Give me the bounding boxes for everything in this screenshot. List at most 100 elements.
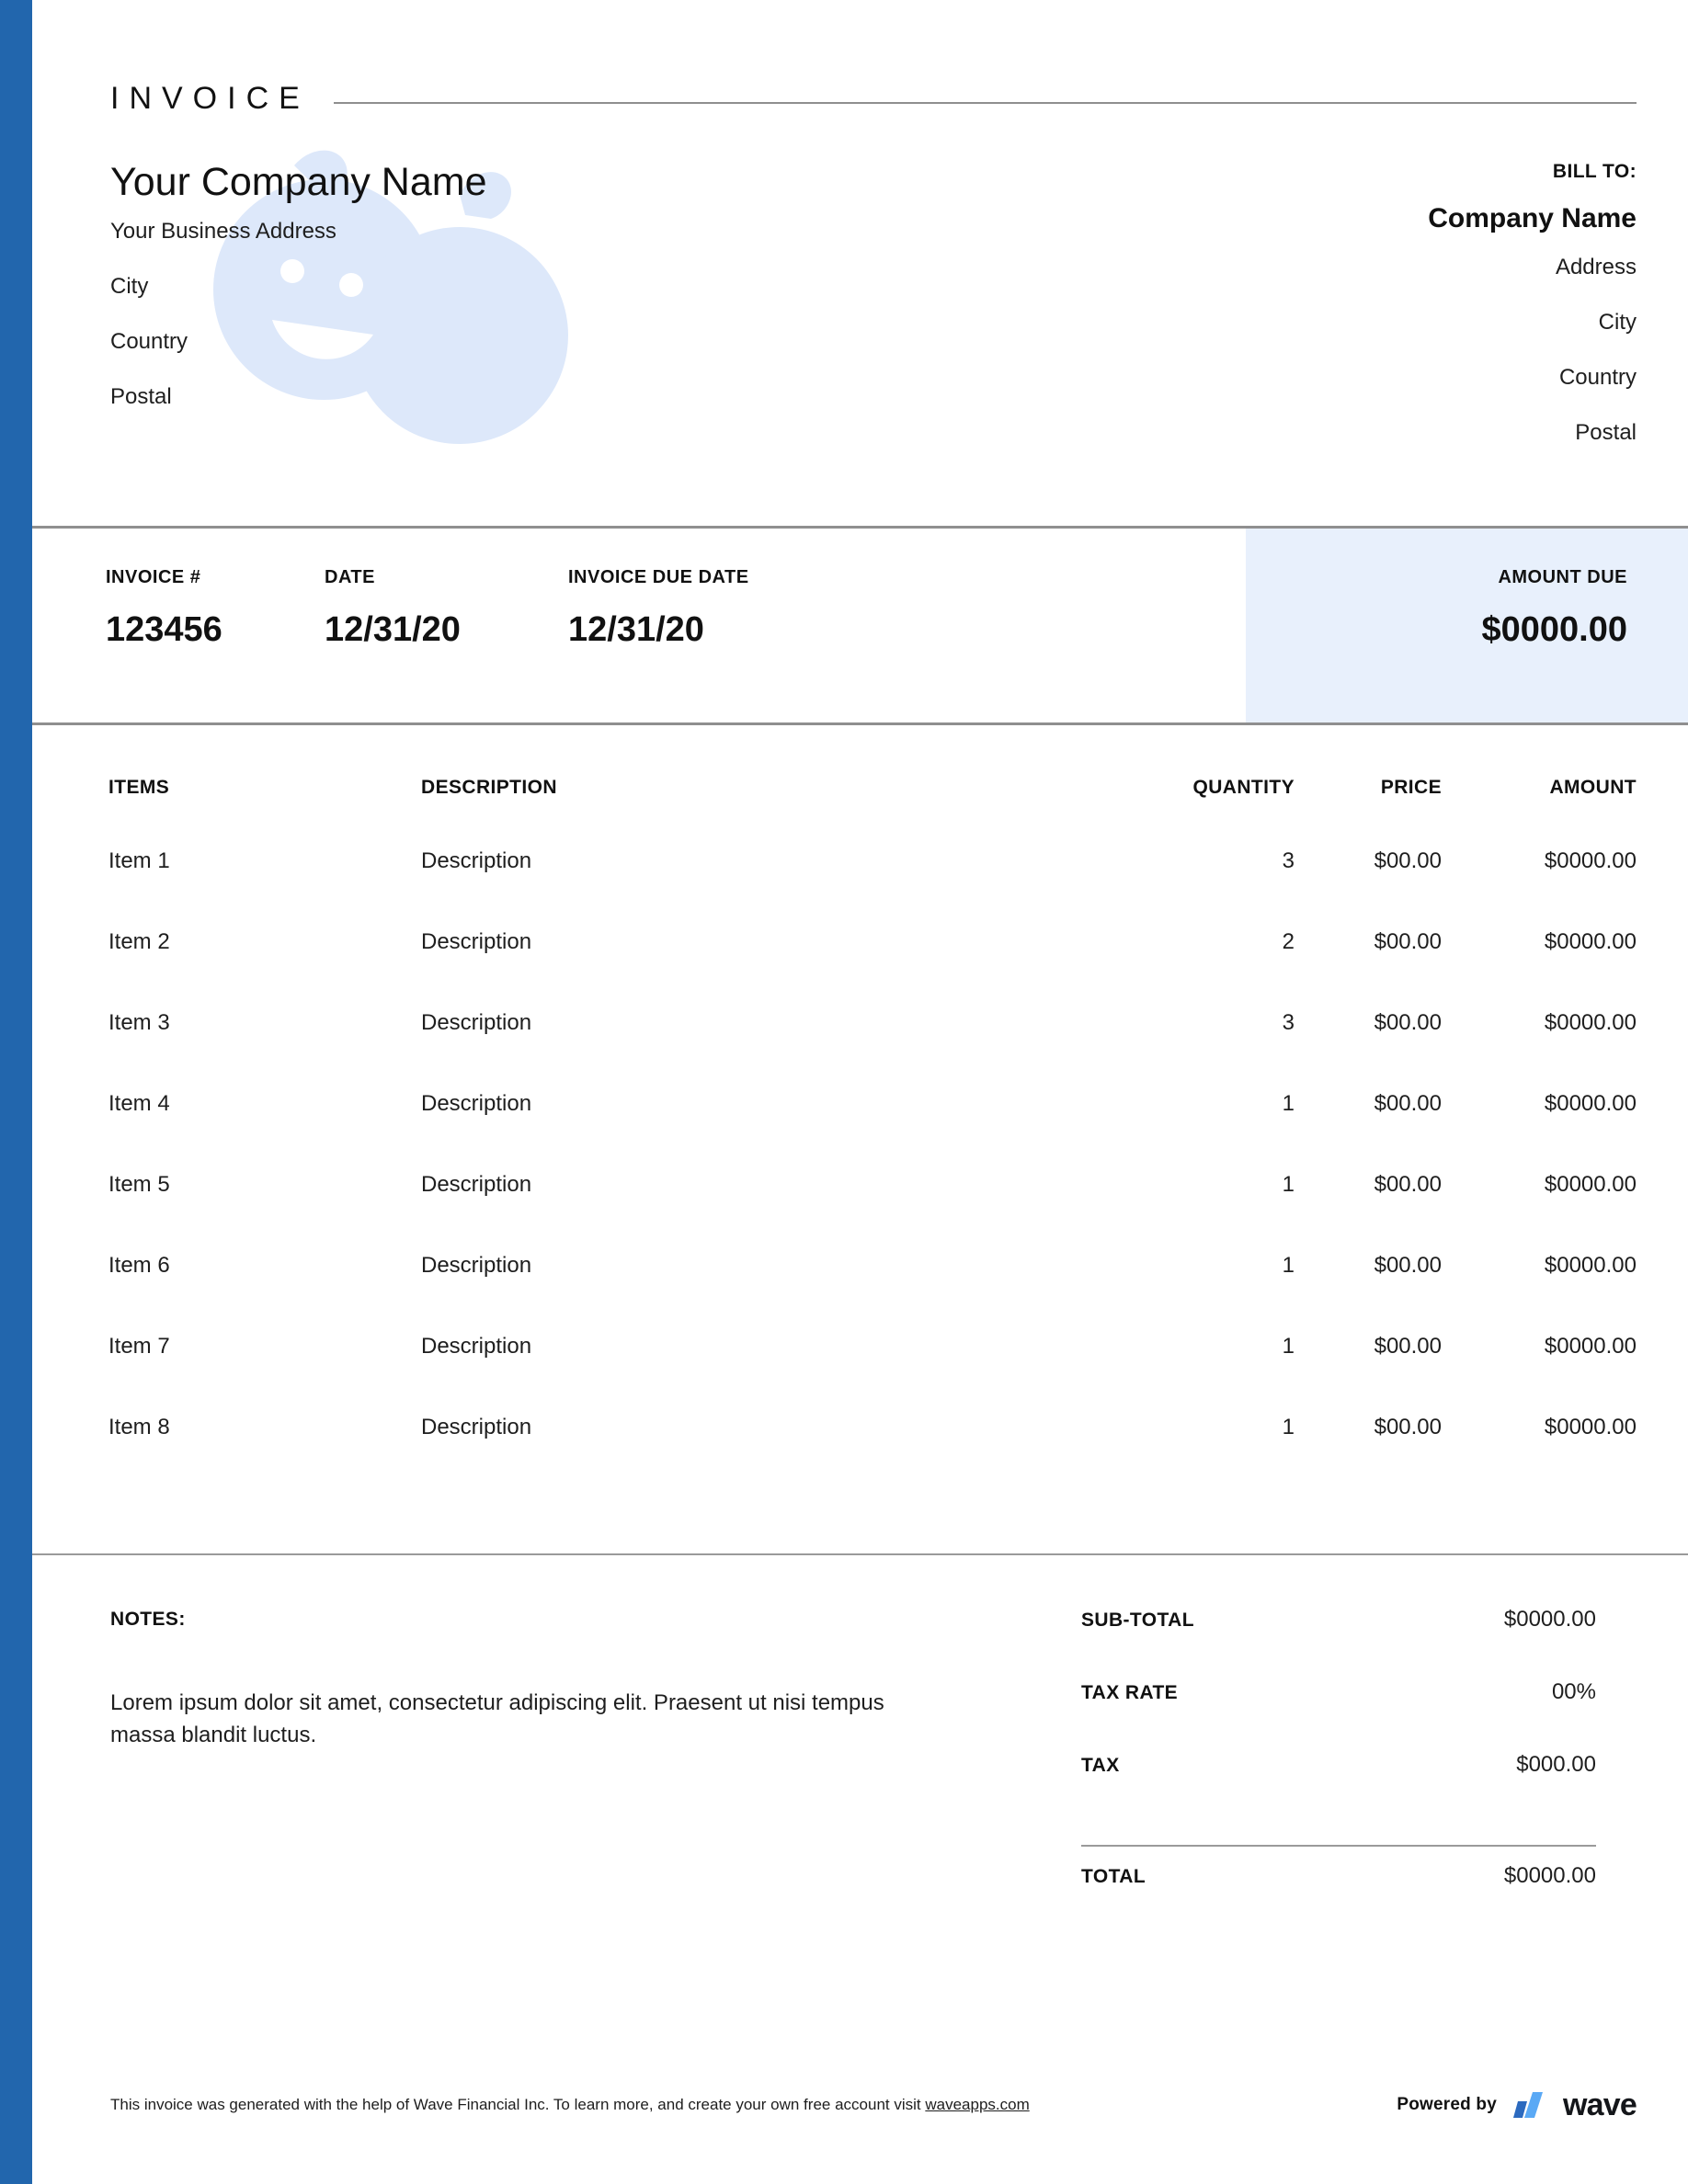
cell-price: $00.00 bbox=[1295, 1415, 1442, 1440]
cell-price: $00.00 bbox=[1295, 1253, 1442, 1279]
parties-section: Your Company Name Your Business Address … bbox=[110, 161, 1637, 444]
bill-to-label: BILL TO: bbox=[1428, 161, 1637, 183]
column-header-amount: AMOUNT bbox=[1442, 777, 1637, 799]
invoice-due-date-value: 12/31/20 bbox=[568, 610, 749, 650]
cell-description: Description bbox=[421, 1091, 1129, 1117]
grand-total-value: $0000.00 bbox=[1504, 1863, 1596, 1889]
cell-item: Item 1 bbox=[108, 848, 421, 874]
column-header-price: PRICE bbox=[1295, 777, 1442, 799]
cell-item: Item 2 bbox=[108, 929, 421, 955]
tax-rate-value: 00% bbox=[1552, 1679, 1596, 1705]
cell-description: Description bbox=[421, 1415, 1129, 1440]
cell-price: $00.00 bbox=[1295, 1010, 1442, 1036]
cell-price: $00.00 bbox=[1295, 1172, 1442, 1198]
cell-amount: $0000.00 bbox=[1442, 1010, 1637, 1036]
cell-quantity: 1 bbox=[1129, 1253, 1295, 1279]
line-items-table: ITEMS DESCRIPTION QUANTITY PRICE AMOUNT … bbox=[108, 777, 1637, 1496]
cell-amount: $0000.00 bbox=[1442, 848, 1637, 874]
tax-rate-label: TAX RATE bbox=[1081, 1682, 1178, 1704]
buyer-address-line-1: Address bbox=[1428, 256, 1637, 279]
page-footer: This invoice was generated with the help… bbox=[32, 2068, 1688, 2184]
cell-description: Description bbox=[421, 1334, 1129, 1359]
cell-description: Description bbox=[421, 929, 1129, 955]
grand-total-row: TOTAL $0000.00 bbox=[1081, 1863, 1596, 1936]
cell-amount: $0000.00 bbox=[1442, 1415, 1637, 1440]
cell-amount: $0000.00 bbox=[1442, 929, 1637, 955]
notes-label: NOTES: bbox=[110, 1609, 938, 1631]
tax-rate-row: TAX RATE 00% bbox=[1081, 1679, 1596, 1752]
table-row: Item 7 Description 1 $00.00 $0000.00 bbox=[108, 1334, 1637, 1415]
line-items-body: Item 1 Description 3 $00.00 $0000.00 Ite… bbox=[108, 848, 1637, 1496]
cell-amount: $0000.00 bbox=[1442, 1172, 1637, 1198]
cell-item: Item 5 bbox=[108, 1172, 421, 1198]
footer-disclaimer: This invoice was generated with the help… bbox=[110, 2096, 1030, 2114]
invoice-number-label: INVOICE # bbox=[106, 567, 222, 588]
invoice-number-value: 123456 bbox=[106, 610, 222, 650]
cell-quantity: 3 bbox=[1129, 848, 1295, 874]
column-header-items: ITEMS bbox=[108, 777, 421, 799]
invoice-due-date-label: INVOICE DUE DATE bbox=[568, 567, 749, 588]
bill-to-block: BILL TO: Company Name Address City Count… bbox=[1428, 161, 1637, 444]
table-row: Item 3 Description 3 $00.00 $0000.00 bbox=[108, 1010, 1637, 1091]
notes-text: Lorem ipsum dolor sit amet, consectetur … bbox=[110, 1688, 901, 1752]
seller-block: Your Company Name Your Business Address … bbox=[110, 161, 487, 444]
cell-item: Item 7 bbox=[108, 1334, 421, 1359]
invoice-page: INVOICE Your Company Name Your Business … bbox=[0, 0, 1688, 2184]
buyer-address-line-4: Postal bbox=[1428, 422, 1637, 444]
seller-address-line-4: Postal bbox=[110, 386, 487, 408]
powered-by-brand: Powered by wave bbox=[1397, 2088, 1637, 2121]
table-row: Item 1 Description 3 $00.00 $0000.00 bbox=[108, 848, 1637, 929]
seller-address-line-1: Your Business Address bbox=[110, 221, 487, 243]
table-row: Item 5 Description 1 $00.00 $0000.00 bbox=[108, 1172, 1637, 1253]
cell-description: Description bbox=[421, 1172, 1129, 1198]
amount-due-value: $0000.00 bbox=[1482, 610, 1628, 650]
cell-description: Description bbox=[421, 848, 1129, 874]
left-accent-stripe bbox=[0, 0, 32, 2184]
notes-section: NOTES: Lorem ipsum dolor sit amet, conse… bbox=[110, 1609, 938, 1752]
title-rule-divider bbox=[334, 102, 1637, 104]
cell-price: $00.00 bbox=[1295, 929, 1442, 955]
totals-divider bbox=[1081, 1845, 1596, 1847]
footer-disclaimer-text: This invoice was generated with the help… bbox=[110, 2096, 925, 2113]
tax-row: TAX $000.00 bbox=[1081, 1752, 1596, 1825]
buyer-address-line-3: Country bbox=[1428, 367, 1637, 389]
cell-amount: $0000.00 bbox=[1442, 1253, 1637, 1279]
invoice-number-cell: INVOICE # 123456 bbox=[106, 567, 222, 650]
invoice-due-date-cell: INVOICE DUE DATE 12/31/20 bbox=[568, 567, 749, 650]
amount-due-label: AMOUNT DUE bbox=[1482, 567, 1628, 588]
line-items-header: ITEMS DESCRIPTION QUANTITY PRICE AMOUNT bbox=[108, 777, 1637, 799]
buyer-address-line-2: City bbox=[1428, 312, 1637, 334]
cell-price: $00.00 bbox=[1295, 1334, 1442, 1359]
cell-amount: $0000.00 bbox=[1442, 1091, 1637, 1117]
page-title: INVOICE bbox=[110, 81, 310, 117]
wave-wordmark: wave bbox=[1563, 2089, 1637, 2121]
cell-description: Description bbox=[421, 1010, 1129, 1036]
invoice-title-row: INVOICE bbox=[110, 75, 1637, 121]
buyer-name: Company Name bbox=[1428, 203, 1637, 233]
wave-logo-icon bbox=[1510, 2088, 1550, 2121]
tax-label: TAX bbox=[1081, 1755, 1120, 1777]
table-row: Item 8 Description 1 $00.00 $0000.00 bbox=[108, 1415, 1637, 1496]
amount-due-cell: AMOUNT DUE $0000.00 bbox=[1482, 567, 1628, 650]
invoice-meta-strip: INVOICE # 123456 DATE 12/31/20 INVOICE D… bbox=[32, 526, 1688, 725]
column-header-quantity: QUANTITY bbox=[1129, 777, 1295, 799]
cell-quantity: 2 bbox=[1129, 929, 1295, 955]
table-row: Item 2 Description 2 $00.00 $0000.00 bbox=[108, 929, 1637, 1010]
grand-total-label: TOTAL bbox=[1081, 1866, 1146, 1888]
waveapps-link[interactable]: waveapps.com bbox=[925, 2096, 1029, 2113]
powered-by-label: Powered by bbox=[1397, 2095, 1497, 2115]
seller-name: Your Company Name bbox=[110, 161, 487, 204]
cell-price: $00.00 bbox=[1295, 1091, 1442, 1117]
cell-quantity: 1 bbox=[1129, 1172, 1295, 1198]
subtotal-row: SUB-TOTAL $0000.00 bbox=[1081, 1607, 1596, 1679]
cell-price: $00.00 bbox=[1295, 848, 1442, 874]
invoice-date-label: DATE bbox=[325, 567, 461, 588]
cell-quantity: 1 bbox=[1129, 1334, 1295, 1359]
subtotal-label: SUB-TOTAL bbox=[1081, 1610, 1194, 1632]
cell-item: Item 8 bbox=[108, 1415, 421, 1440]
tax-value: $000.00 bbox=[1516, 1752, 1596, 1778]
cell-item: Item 6 bbox=[108, 1253, 421, 1279]
invoice-date-value: 12/31/20 bbox=[325, 610, 461, 650]
cell-item: Item 4 bbox=[108, 1091, 421, 1117]
cell-quantity: 3 bbox=[1129, 1010, 1295, 1036]
